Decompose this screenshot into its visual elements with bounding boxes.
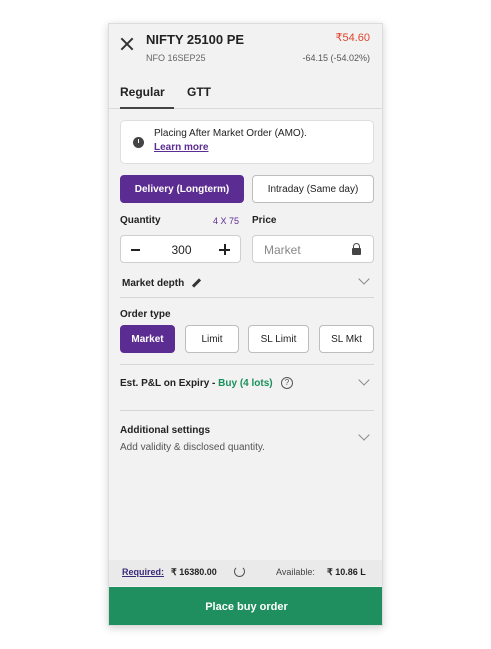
plus-icon[interactable] — [219, 244, 230, 255]
additional-settings-desc: Add validity & disclosed quantity. — [120, 442, 265, 453]
margin-bar: Required: ₹ 16380.00 Available: ₹ 10.86 … — [109, 560, 382, 586]
divider — [120, 297, 374, 298]
order-type-limit[interactable]: Limit — [185, 325, 239, 353]
order-type-sl-limit[interactable]: SL Limit — [248, 325, 309, 353]
price-input[interactable]: Market — [252, 235, 374, 263]
price-label: Price — [252, 215, 277, 226]
order-tabs: Regular GTT — [109, 80, 382, 109]
required-margin-value: ₹ 16380.00 — [171, 567, 217, 577]
instrument-title: NIFTY 25100 PE — [146, 32, 245, 47]
market-depth-toggle[interactable]: Market depth — [122, 278, 184, 289]
place-buy-order-button[interactable]: Place buy order — [109, 587, 382, 625]
required-margin-link[interactable]: Required: — [122, 567, 164, 577]
available-margin-value: ₹ 10.86 L — [327, 567, 366, 577]
pnl-buy-lots: Buy (4 lots) — [218, 378, 273, 389]
order-window: NIFTY 25100 PE NFO 16SEP25 ₹54.60 -64.15… — [108, 23, 383, 626]
intraday-button[interactable]: Intraday (Same day) — [252, 175, 374, 203]
tab-regular[interactable]: Regular — [120, 85, 174, 109]
divider — [120, 410, 374, 411]
quantity-label: Quantity — [120, 215, 161, 226]
amo-notice-text: Placing After Market Order (AMO). — [154, 128, 307, 139]
price-placeholder: Market — [264, 243, 301, 257]
learn-more-link[interactable]: Learn more — [154, 142, 208, 153]
chevron-down-icon[interactable] — [358, 374, 370, 386]
pin-icon[interactable] — [192, 279, 201, 288]
lot-size-info: 4 X 75 — [213, 216, 240, 226]
pnl-expiry-toggle[interactable]: Est. P&L on Expiry - Buy (4 lots) — [120, 378, 273, 389]
help-icon[interactable]: ? — [281, 377, 293, 389]
available-margin-label: Available: — [276, 567, 315, 577]
order-type-market[interactable]: Market — [120, 325, 175, 353]
ltp-price: ₹54.60 — [335, 32, 370, 44]
chevron-down-icon[interactable] — [358, 429, 370, 441]
clock-icon — [133, 137, 144, 148]
chevron-down-icon[interactable] — [358, 273, 370, 285]
lock-icon — [352, 243, 361, 255]
delivery-button[interactable]: Delivery (Longterm) — [120, 175, 244, 203]
refresh-icon[interactable] — [234, 566, 245, 577]
order-type-label: Order type — [120, 309, 171, 320]
tab-gtt[interactable]: GTT — [187, 85, 211, 99]
additional-settings-toggle[interactable]: Additional settings — [120, 425, 210, 436]
order-type-sl-mkt[interactable]: SL Mkt — [319, 325, 374, 353]
close-icon[interactable] — [120, 37, 134, 51]
divider — [120, 364, 374, 365]
quantity-stepper: 300 — [120, 235, 241, 263]
instrument-subtitle: NFO 16SEP25 — [146, 53, 206, 63]
amo-notice: Placing After Market Order (AMO). Learn … — [120, 120, 374, 164]
pnl-label: Est. P&L on Expiry - — [120, 378, 219, 389]
price-change: -64.15 (-54.02%) — [302, 53, 370, 63]
